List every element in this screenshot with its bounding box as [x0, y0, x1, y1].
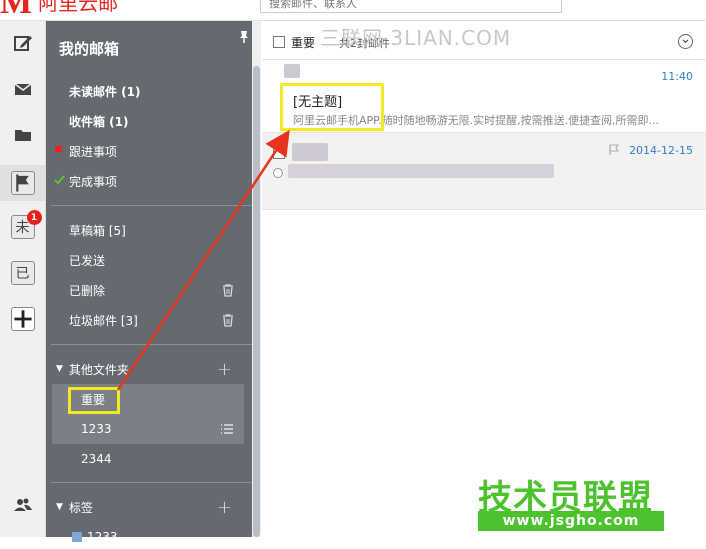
watermark-top: 三联网 3LIAN.COM — [320, 26, 512, 50]
annotation-arrow — [116, 129, 290, 391]
watermark-url: www.jsgho.com — [478, 511, 664, 531]
